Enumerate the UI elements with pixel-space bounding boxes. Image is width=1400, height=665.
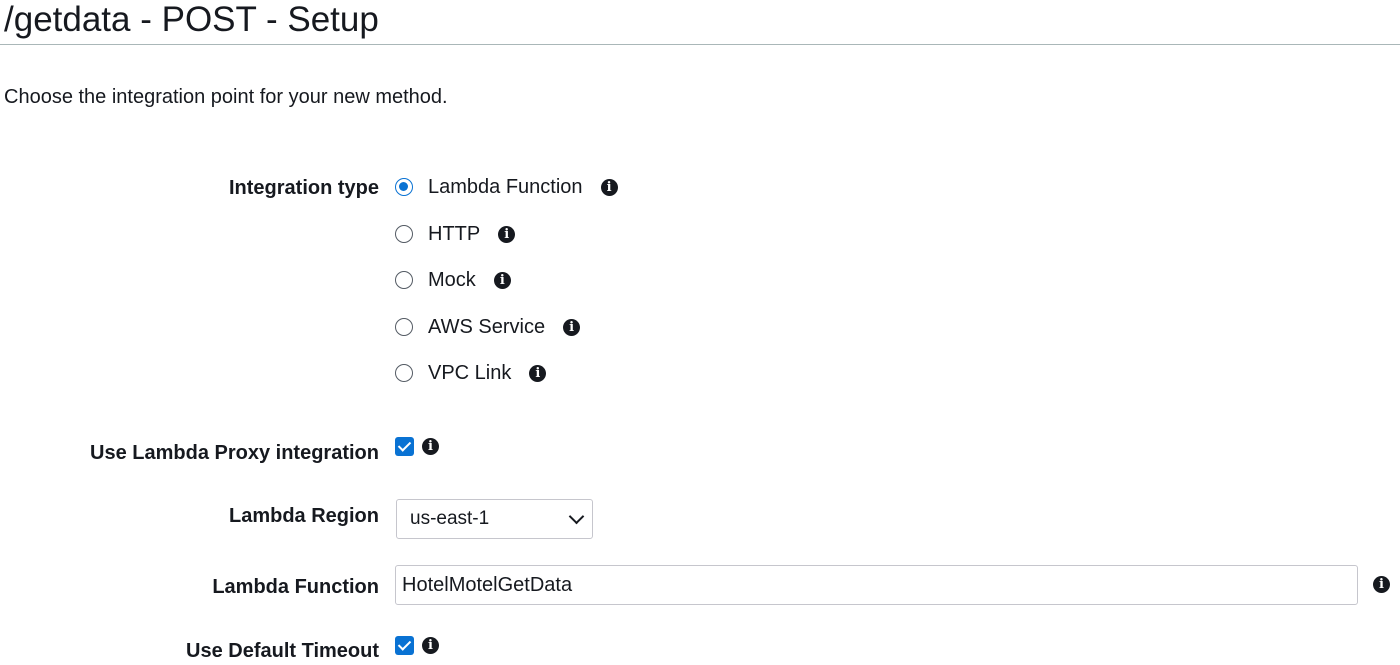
radio-option-mock[interactable]: Mock i [395, 267, 511, 293]
integration-type-label: Integration type [228, 177, 379, 199]
default-timeout-control[interactable]: i [395, 636, 439, 655]
info-icon[interactable]: i [498, 225, 516, 243]
radio-label-vpc-link[interactable]: VPC Link [428, 360, 511, 386]
intro-text: Choose the integration point for your ne… [4, 86, 448, 108]
default-timeout-label: Use Default Timeout [186, 640, 379, 662]
info-icon[interactable]: i [563, 318, 581, 336]
default-timeout-checkbox[interactable] [395, 636, 414, 655]
proxy-integration-label: Use Lambda Proxy integration [90, 442, 379, 464]
radio-label-http[interactable]: HTTP [428, 221, 480, 247]
lambda-function-label: Lambda Function [212, 576, 379, 598]
radio-option-aws-service[interactable]: AWS Service i [395, 314, 581, 340]
lambda-region-select[interactable]: us-east-1 [396, 499, 593, 539]
radio-option-vpc-link[interactable]: VPC Link i [395, 360, 547, 386]
info-icon[interactable]: i [422, 438, 439, 455]
radio-option-http[interactable]: HTTP i [395, 221, 516, 247]
radio-button-mock[interactable] [395, 271, 413, 289]
radio-button-lambda-function[interactable] [395, 178, 413, 196]
radio-button-aws-service[interactable] [395, 318, 413, 336]
lambda-region-label: Lambda Region [228, 505, 379, 527]
radio-label-mock[interactable]: Mock [428, 267, 476, 293]
radio-label-lambda-function[interactable]: Lambda Function [428, 174, 583, 200]
proxy-integration-control[interactable]: i [395, 437, 439, 456]
info-icon[interactable]: i [1373, 576, 1390, 593]
radio-button-http[interactable] [395, 225, 413, 243]
radio-option-lambda-function[interactable]: Lambda Function i [395, 174, 618, 200]
info-icon[interactable]: i [493, 271, 511, 289]
lambda-function-input[interactable] [395, 565, 1358, 605]
info-icon[interactable]: i [600, 178, 618, 196]
lambda-region-value[interactable]: us-east-1 [410, 508, 489, 530]
chevron-down-icon[interactable] [568, 508, 585, 525]
info-icon[interactable]: i [422, 637, 439, 654]
radio-button-vpc-link[interactable] [395, 364, 413, 382]
page-title: /getdata - POST - Setup [4, 0, 379, 39]
proxy-integration-checkbox[interactable] [395, 437, 414, 456]
title-divider [0, 44, 1400, 45]
radio-label-aws-service[interactable]: AWS Service [428, 314, 545, 340]
info-icon[interactable]: i [529, 364, 547, 382]
